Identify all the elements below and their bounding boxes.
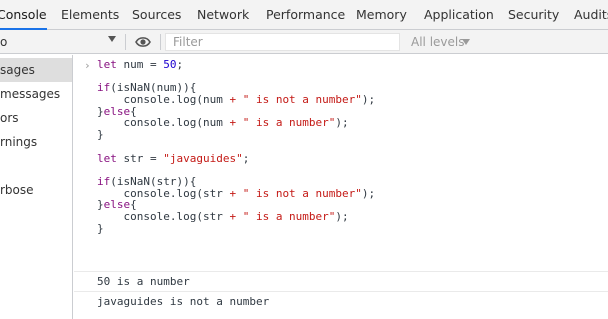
console-sidebar: sages messages ors rnings rbose (0, 55, 73, 319)
tab-memory[interactable]: Memory (356, 0, 407, 30)
tab-sources[interactable]: Sources (132, 0, 181, 30)
filter-input[interactable] (165, 33, 400, 51)
chevron-down-icon[interactable] (108, 36, 116, 42)
code-line: } (97, 128, 104, 142)
sidebar-item-info[interactable] (0, 154, 72, 178)
chevron-down-icon[interactable] (462, 39, 470, 45)
code-line: let num = 50; (97, 58, 184, 71)
context-selector[interactable]: o (0, 35, 7, 49)
console-toolbar: o All levels (0, 30, 608, 54)
code-line: } (97, 221, 104, 235)
console-messages: › let num = 50; if(isNaN(num)){ console.… (74, 55, 608, 319)
output-text: 50 is a number (97, 275, 190, 288)
code-line: console.log(str + " is not a number"); (97, 186, 376, 200)
sidebar-item-warnings[interactable]: rnings (0, 130, 72, 154)
code-line: console.log(num + " is not a number"); (97, 93, 376, 107)
toolbar-divider (125, 34, 126, 50)
eye-icon[interactable] (135, 35, 151, 49)
tab-application[interactable]: Application (424, 0, 494, 30)
output-text: javaguides is not a number (97, 295, 270, 308)
toolbar-divider (160, 34, 161, 50)
tab-console[interactable]: Console (0, 0, 47, 30)
sidebar-item-messages[interactable]: sages (0, 58, 72, 82)
log-levels-dropdown[interactable]: All levels (411, 35, 464, 49)
code-line: console.log(num + " is a number"); (97, 116, 349, 130)
devtools-tab-bar: Console Elements Sources Network Perform… (0, 0, 608, 30)
sidebar-item-user-messages[interactable]: messages (0, 82, 72, 106)
code-line: console.log(str + " is a number"); (97, 209, 349, 223)
tab-security[interactable]: Security (508, 0, 559, 30)
code-line: let str = "javaguides"; (97, 151, 250, 165)
tab-audits[interactable]: Audits (574, 0, 608, 30)
sidebar-item-errors[interactable]: ors (0, 106, 72, 130)
tab-network[interactable]: Network (197, 0, 249, 30)
console-output-message: javaguides is not a number (74, 291, 608, 311)
tab-elements[interactable]: Elements (61, 0, 119, 30)
sidebar-item-verbose[interactable]: rbose (0, 178, 72, 202)
code-input-block[interactable]: let num = 50; if(isNaN(num)){ console.lo… (97, 59, 375, 234)
tab-performance[interactable]: Performance (266, 0, 345, 30)
chevron-right-icon: › (84, 59, 91, 72)
console-output-message: 50 is a number (74, 271, 608, 291)
